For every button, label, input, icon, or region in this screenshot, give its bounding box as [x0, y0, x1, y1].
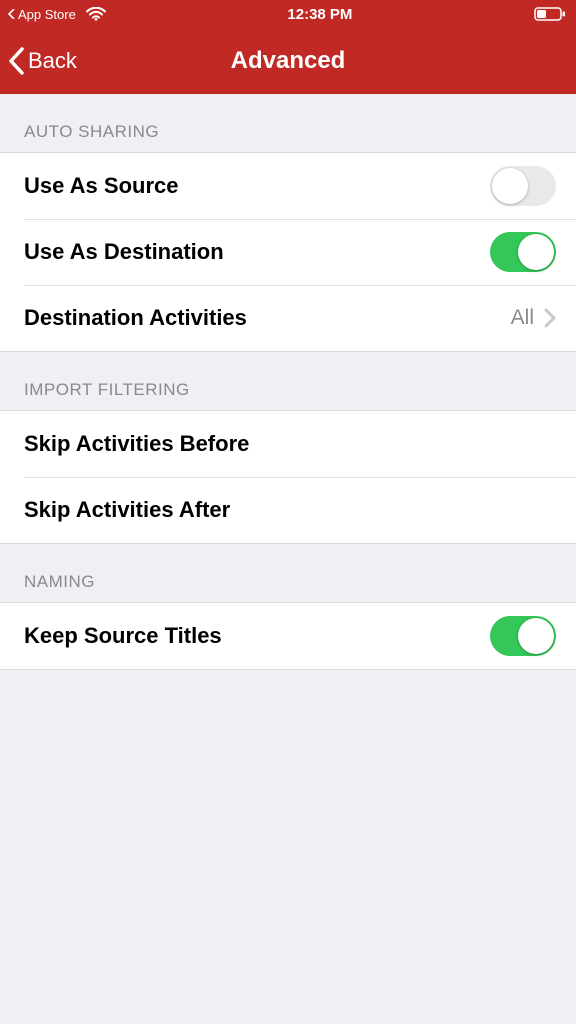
row-destination-activities[interactable]: Destination Activities All: [0, 285, 576, 351]
chevron-left-icon: [8, 47, 26, 75]
status-app-label: App Store: [18, 7, 76, 22]
use-as-source-label: Use As Source: [24, 173, 178, 199]
header: App Store 12:38 PM: [0, 0, 576, 94]
section-header-naming: NAMING: [0, 544, 576, 602]
group-naming: Keep Source Titles: [0, 602, 576, 670]
status-time: 12:38 PM: [287, 6, 352, 23]
skip-before-label: Skip Activities Before: [24, 431, 249, 457]
status-bar: App Store 12:38 PM: [0, 0, 576, 28]
back-label: Back: [28, 48, 77, 74]
section-header-import-filtering: IMPORT FILTERING: [0, 352, 576, 410]
back-to-app[interactable]: App Store: [8, 7, 76, 22]
section-header-auto-sharing: AUTO SHARING: [0, 94, 576, 152]
use-as-destination-label: Use As Destination: [24, 239, 224, 265]
row-use-as-source: Use As Source: [0, 153, 576, 219]
use-as-source-toggle[interactable]: [490, 166, 556, 206]
page-title: Advanced: [0, 47, 576, 75]
row-use-as-destination: Use As Destination: [0, 219, 576, 285]
status-right: [534, 7, 566, 21]
row-skip-before[interactable]: Skip Activities Before: [0, 411, 576, 477]
back-button[interactable]: Back: [0, 47, 77, 75]
use-as-destination-toggle[interactable]: [490, 232, 556, 272]
destination-activities-value: All: [511, 306, 534, 330]
group-import-filtering: Skip Activities Before Skip Activities A…: [0, 410, 576, 544]
chevron-right-icon: [544, 308, 556, 328]
destination-activities-label: Destination Activities: [24, 305, 247, 331]
keep-source-titles-label: Keep Source Titles: [24, 623, 222, 649]
group-auto-sharing: Use As Source Use As Destination Destina…: [0, 152, 576, 352]
row-keep-source-titles: Keep Source Titles: [0, 603, 576, 669]
keep-source-titles-toggle[interactable]: [490, 616, 556, 656]
caret-left-icon: [8, 9, 16, 19]
skip-after-label: Skip Activities After: [24, 497, 230, 523]
status-left: App Store: [8, 7, 106, 22]
wifi-icon: [86, 7, 106, 21]
battery-icon: [534, 7, 566, 21]
nav-bar: Back Advanced: [0, 28, 576, 94]
row-skip-after[interactable]: Skip Activities After: [0, 477, 576, 543]
